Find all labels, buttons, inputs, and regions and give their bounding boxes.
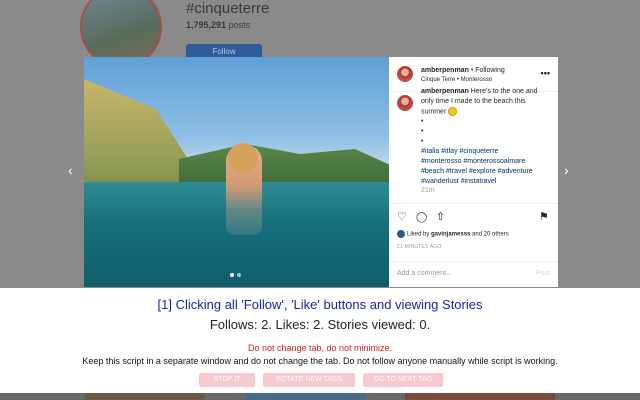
carousel-dots [230, 273, 241, 277]
script-status-line: [1] Clicking all 'Follow', 'Like' button… [157, 297, 483, 312]
user-avatar[interactable] [397, 66, 413, 82]
more-options-icon[interactable]: ••• [541, 68, 550, 78]
post-count: 1,795,291 posts [186, 20, 250, 30]
caption-bullet: • [421, 138, 424, 146]
caption-avatar[interactable] [397, 95, 413, 111]
stop-script-button[interactable]: STOP IT [199, 373, 255, 387]
heart-icon[interactable]: ♡ [397, 212, 407, 223]
next-tag-button[interactable]: GO TO NEXT TAG [363, 373, 443, 387]
post-location[interactable]: Cinque Terre • Monterosso [421, 77, 492, 83]
script-counts-line: Follows: 2. Likes: 2. Stories viewed: 0. [209, 317, 431, 332]
post-side-panel: amberpenman • Following Cinque Terre • M… [389, 57, 558, 287]
caption-line-2: only time I made to the beach this [421, 98, 526, 105]
caption-line-3: summer [421, 108, 447, 116]
caption-bullet: • [421, 118, 424, 126]
grid-thumb[interactable] [245, 393, 365, 400]
post-count-number: 1,795,291 [186, 20, 227, 30]
caption-hashtags[interactable]: #monterosso #monterossoalmare [421, 157, 551, 167]
comment-input[interactable]: Add a comment... [397, 270, 452, 277]
caption-username[interactable]: amberpenman [421, 88, 469, 95]
rotate-tags-button[interactable]: ROTATE NEW TAGS [263, 373, 355, 387]
comment-row: Add a comment... Post [389, 261, 558, 288]
liker-avatar [397, 230, 405, 238]
carousel-dot-active [230, 273, 234, 277]
post-username[interactable]: amberpenman [421, 67, 469, 74]
post-photo: › [84, 57, 389, 287]
post-caption: amberpenman Here's to the one and only t… [421, 86, 551, 187]
sun-emoji-icon [448, 107, 458, 116]
script-warning: Do not change tab, do not minimize. [247, 343, 393, 353]
prev-post-arrow-icon[interactable]: ‹ [68, 162, 73, 178]
liked-by: Liked by gavinjamesss and 20 others [397, 230, 509, 238]
caption-hashtags[interactable]: #wanderlust #instatravel [421, 177, 551, 187]
next-post-arrow-icon[interactable]: › [564, 162, 569, 178]
caption-hashtags[interactable]: #italia #itlay #cinqueterre [421, 147, 551, 157]
bookmark-icon[interactable]: ⚑ [539, 212, 549, 223]
photo-person-hair [228, 143, 258, 173]
liked-by-prefix: Liked by [407, 231, 432, 238]
following-status: • Following [470, 67, 505, 74]
post-comment-button[interactable]: Post [536, 270, 550, 277]
caption-line-1: Here's to the one and [468, 88, 538, 95]
script-instruction: Keep this script in a separate window an… [82, 356, 558, 366]
caption-bullet: • [421, 128, 424, 136]
caption-time: 21m [421, 187, 435, 194]
liked-by-user[interactable]: gavinjamesss [431, 232, 470, 238]
script-status-banner: [1] Clicking all 'Follow', 'Like' button… [0, 288, 640, 393]
grid-thumb[interactable] [85, 393, 205, 400]
post-timestamp: 21 MINUTES AGO [397, 244, 442, 250]
share-icon[interactable]: ⇧ [436, 212, 445, 223]
liked-by-others[interactable]: and 20 others [470, 232, 509, 238]
tag-title: #cinqueterre [186, 0, 270, 17]
post-count-label: posts [228, 20, 251, 30]
comment-icon[interactable]: ◯ [416, 212, 427, 223]
grid-thumb[interactable] [405, 393, 555, 400]
post-username-line: amberpenman • Following [421, 67, 505, 74]
carousel-dot [237, 273, 241, 277]
caption-hashtags[interactable]: #beach #travel #explore #adventure [421, 167, 551, 177]
